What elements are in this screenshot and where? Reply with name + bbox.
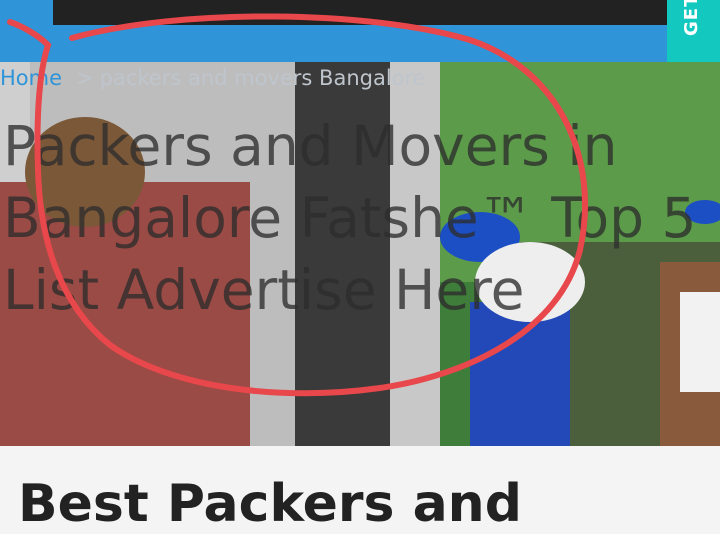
breadcrumb-current: packers and movers Bangalore [99, 66, 426, 90]
content-section: Best Packers and [0, 446, 720, 534]
get-quote-label: GET [681, 0, 702, 36]
get-quote-button[interactable]: GET [667, 0, 720, 62]
section-heading: Best Packers and [18, 474, 522, 534]
breadcrumb-separator: > [76, 66, 94, 90]
site-header: GET [0, 0, 720, 62]
header-dark-strip [53, 0, 667, 25]
hero-title: Packers and Movers in Bangalore Fatshe™ … [3, 114, 697, 322]
breadcrumb-home-link[interactable]: Home [0, 66, 62, 90]
breadcrumb: Home > packers and movers Bangalore [0, 66, 426, 90]
